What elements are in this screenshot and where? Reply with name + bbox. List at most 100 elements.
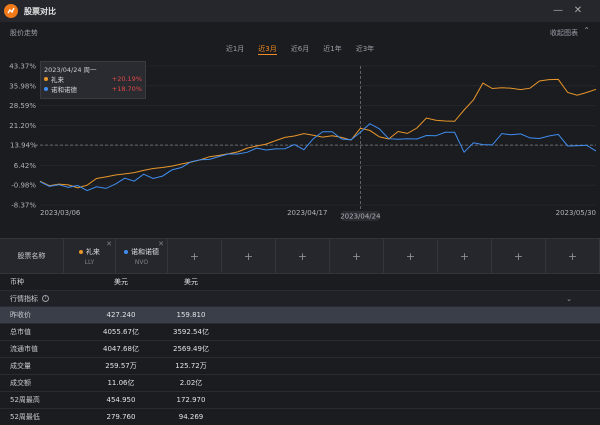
range-tab[interactable]: 近6月: [291, 44, 309, 54]
cell-value: 美元: [114, 278, 128, 286]
cell-value: 454.950: [106, 396, 136, 404]
series-color-dot: [44, 87, 48, 91]
table-row[interactable]: 成交额 11.06亿 2.02亿: [0, 375, 600, 392]
y-tick-label: -8.37%: [11, 202, 36, 210]
remove-stock-icon[interactable]: ✕: [158, 240, 164, 248]
add-stock-slot[interactable]: +: [222, 239, 276, 273]
stock-compare-window: 股票对比 — ✕ 股价走势 收起图表 ⌃ 近1月 近3月 近6月 近1年 近3年 43.…: [0, 0, 600, 425]
cell-value: 259.57万: [105, 362, 137, 370]
range-tabs: 近1月 近3月 近6月 近1年 近3年: [0, 44, 600, 55]
series-color-dot: [78, 249, 83, 254]
cell-value: 159.810: [176, 311, 206, 319]
plus-icon[interactable]: +: [352, 250, 361, 263]
section-title: 行情指标: [10, 294, 38, 303]
x-tick-label: 2023/04/17: [287, 209, 327, 217]
range-tab[interactable]: 近1年: [323, 44, 341, 54]
remove-stock-icon[interactable]: ✕: [106, 240, 112, 248]
stock-column-lly[interactable]: ✕ 礼来 LLY: [64, 239, 116, 273]
cell-value: 172.970: [176, 396, 206, 404]
plus-icon[interactable]: +: [244, 250, 253, 263]
y-tick-label: 43.37%: [9, 63, 36, 71]
tooltip-value: +20.19%: [111, 75, 142, 83]
tooltip-row-nvo: 诺和诺德 +18.70%: [44, 84, 142, 94]
section-label: 股价走势: [10, 29, 38, 37]
plus-icon[interactable]: +: [190, 250, 199, 263]
cell-value: 3592.54亿: [173, 328, 209, 336]
cell-value: 125.72万: [175, 362, 207, 370]
crosshair-y-label: 13.94%: [10, 142, 37, 150]
info-icon[interactable]: i: [42, 295, 49, 302]
cell-value: 11.06亿: [107, 379, 135, 387]
row-label: 成交量: [10, 362, 31, 370]
series-color-dot: [44, 77, 48, 81]
range-tab[interactable]: 近3月: [258, 44, 277, 55]
row-label: 52周最高: [10, 396, 40, 404]
tooltip-name: 诺和诺德: [51, 86, 77, 94]
add-stock-slot[interactable]: +: [276, 239, 330, 273]
currency-row: 币种 美元 美元: [0, 274, 600, 291]
row-label: 成交额: [10, 379, 31, 387]
y-tick-label: -0.98%: [11, 182, 36, 190]
add-stock-slot[interactable]: +: [330, 239, 384, 273]
chevron-up-icon[interactable]: ⌃: [583, 26, 590, 35]
close-icon[interactable]: ✕: [570, 3, 586, 19]
cell-value: 427.240: [106, 311, 136, 319]
y-tick-label: 28.59%: [9, 102, 36, 110]
row-label: 流通市值: [10, 345, 38, 353]
table-row[interactable]: 总市值 4055.67亿 3592.54亿: [0, 324, 600, 341]
add-stock-slot[interactable]: +: [384, 239, 438, 273]
stock-name: 诺和诺德: [130, 247, 159, 256]
y-tick-label: 21.20%: [9, 122, 36, 130]
cell-value: 4055.67亿: [103, 328, 139, 336]
cell-value: 美元: [184, 278, 198, 286]
cell-value: 2.02亿: [179, 379, 203, 387]
row-label: 昨收价: [10, 311, 31, 319]
stock-name: 礼来: [85, 247, 100, 256]
stock-code: LLY: [84, 258, 95, 266]
table-row[interactable]: 昨收价 427.240 159.810: [0, 307, 600, 324]
stock-column-nvo[interactable]: ✕ 诺和诺德 NVO: [116, 239, 168, 273]
tooltip-row-lly: 礼来 +20.19%: [44, 74, 142, 84]
add-stock-slot[interactable]: +: [546, 239, 600, 273]
table-row[interactable]: 52周最低 279.760 94.269: [0, 409, 600, 425]
x-tick-label: 2023/05/30: [556, 209, 596, 217]
plus-icon[interactable]: +: [514, 250, 523, 263]
chart-tooltip: 2023/04/24 周一 礼来 +20.19% 诺和诺德 +18.70%: [40, 61, 146, 99]
chevron-down-icon[interactable]: ⌄: [566, 295, 572, 303]
comparison-table: 股票名称 ✕ 礼来 LLY ✕ 诺和诺德 NVO + + + + + + + + 币种 美元 …: [0, 238, 600, 425]
range-tab[interactable]: 近1月: [226, 44, 244, 54]
y-tick-label: 6.42%: [14, 162, 37, 170]
table-header: 股票名称 ✕ 礼来 LLY ✕ 诺和诺德 NVO + + + + + + + +: [0, 238, 600, 274]
cell-value: 279.760: [106, 413, 136, 421]
plus-icon[interactable]: +: [568, 250, 577, 263]
metrics-section-header[interactable]: 行情指标 i ⌄: [0, 291, 600, 307]
cell-value: 4047.68亿: [103, 345, 139, 353]
collapse-chart-button[interactable]: 收起图表: [550, 28, 578, 38]
row-label: 总市值: [10, 328, 31, 336]
cell-value: 2569.49亿: [173, 345, 209, 353]
row-label: 币种: [10, 278, 24, 286]
series-line-nvo: [39, 123, 597, 192]
x-tick-label: 2023/03/06: [40, 209, 81, 217]
plus-icon[interactable]: +: [406, 250, 415, 263]
add-stock-slot[interactable]: +: [438, 239, 492, 273]
app-title: 股票对比: [24, 6, 56, 16]
range-tab[interactable]: 近3年: [356, 44, 374, 54]
table-row[interactable]: 成交量 259.57万 125.72万: [0, 358, 600, 375]
plus-icon[interactable]: +: [460, 250, 469, 263]
add-stock-slot[interactable]: +: [492, 239, 546, 273]
row-label: 52周最低: [10, 413, 40, 421]
table-row[interactable]: 52周最高 454.950 172.970: [0, 392, 600, 409]
stock-code: NVO: [134, 258, 149, 266]
table-row[interactable]: 流通市值 4047.68亿 2569.49亿: [0, 341, 600, 358]
tooltip-name: 礼来: [51, 76, 64, 84]
tooltip-value: +18.70%: [111, 85, 142, 93]
app-logo-icon: [4, 4, 18, 18]
minimize-icon[interactable]: —: [550, 3, 566, 19]
series-color-dot: [123, 249, 128, 254]
plus-icon[interactable]: +: [298, 250, 307, 263]
title-bar: 股票对比 — ✕: [0, 0, 600, 22]
tooltip-date: 2023/04/24 周一: [44, 66, 97, 74]
crosshair-x-label: 2023/04/24: [340, 213, 381, 221]
add-stock-slot[interactable]: +: [168, 239, 222, 273]
